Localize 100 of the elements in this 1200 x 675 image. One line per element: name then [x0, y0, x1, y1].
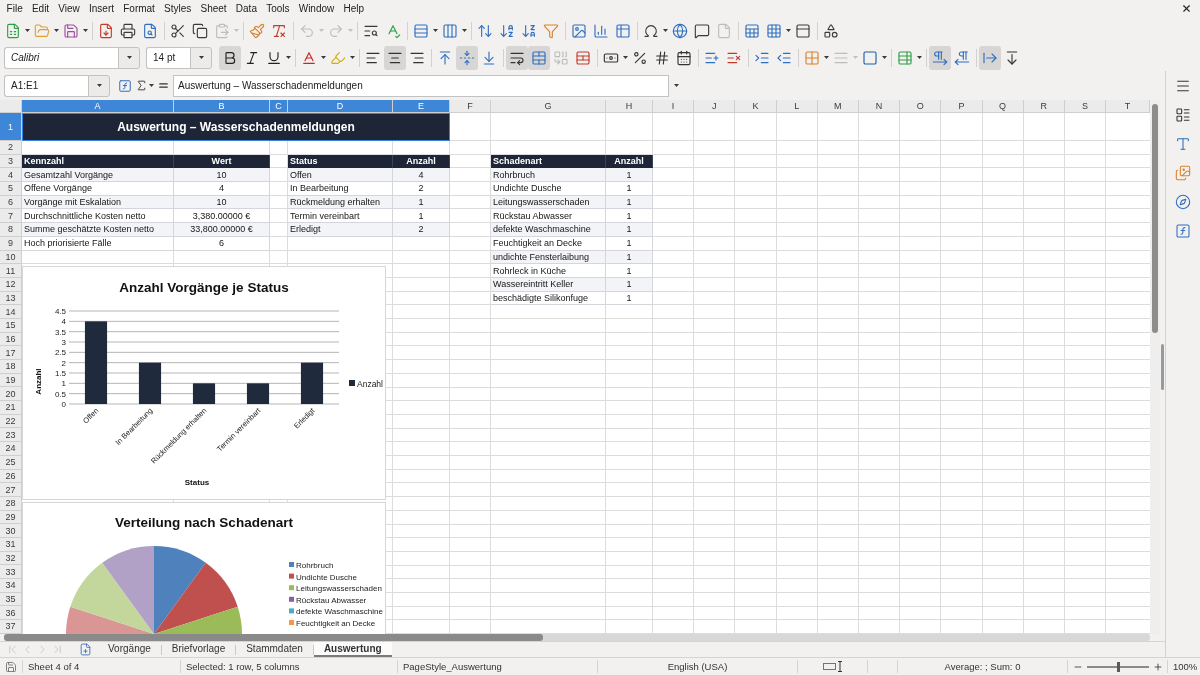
- caret-icon[interactable]: [96, 84, 102, 87]
- compass-icon[interactable]: [1175, 194, 1191, 210]
- scrollbar-thumb[interactable]: [4, 634, 543, 641]
- zoom-slider-thumb[interactable]: [1116, 661, 1120, 672]
- row-header[interactable]: 24: [0, 442, 22, 456]
- column-header[interactable]: P: [941, 100, 983, 113]
- column-header[interactable]: J: [694, 100, 736, 113]
- menu-item[interactable]: File: [2, 3, 28, 14]
- menu-item[interactable]: Data: [231, 3, 262, 14]
- row-header[interactable]: 33: [0, 565, 22, 579]
- column-header[interactable]: H: [606, 100, 653, 113]
- menu-item[interactable]: Sheet: [195, 3, 232, 14]
- column-header[interactable]: C: [270, 100, 288, 113]
- menu-icon[interactable]: [1175, 78, 1191, 94]
- menu-item[interactable]: Tools: [261, 3, 295, 14]
- caret-icon[interactable]: [433, 29, 438, 32]
- text-style-icon[interactable]: [1175, 136, 1191, 152]
- column-header[interactable]: T: [1106, 100, 1150, 113]
- caret-icon[interactable]: [321, 56, 326, 59]
- sidebar-collapse-handle[interactable]: [1161, 344, 1164, 390]
- add-sheet-icon[interactable]: [78, 643, 92, 656]
- column-header[interactable]: G: [491, 100, 606, 113]
- caret-icon[interactable]: [25, 29, 30, 32]
- scrollbar-thumb[interactable]: [1152, 104, 1158, 333]
- caret-icon[interactable]: [462, 29, 467, 32]
- row-header[interactable]: 21: [0, 401, 22, 415]
- menu-item[interactable]: Window: [294, 3, 339, 14]
- caret-icon[interactable]: [198, 56, 204, 59]
- menu-item[interactable]: Styles: [159, 3, 196, 14]
- formula-input-field[interactable]: Auswertung – Wasserschadenmeldungen: [173, 74, 669, 97]
- font-size-field[interactable]: 14 pt: [146, 46, 190, 69]
- images-icon[interactable]: [1175, 165, 1191, 181]
- menu-item[interactable]: Insert: [84, 3, 119, 14]
- column-header[interactable]: N: [858, 100, 901, 113]
- row-header[interactable]: 34: [0, 579, 22, 593]
- caret-icon[interactable]: [673, 84, 679, 87]
- row-header[interactable]: 8: [0, 223, 22, 237]
- column-header[interactable]: Q: [982, 100, 1024, 113]
- column-header[interactable]: L: [776, 100, 818, 113]
- column-header[interactable]: I: [653, 100, 695, 113]
- sheet-tab[interactable]: Vorgänge: [98, 642, 161, 657]
- row-header[interactable]: 4: [0, 168, 22, 183]
- caret-icon[interactable]: [286, 56, 291, 59]
- caret-icon[interactable]: [917, 56, 922, 59]
- column-header[interactable]: O: [900, 100, 942, 113]
- close-icon[interactable]: [1181, 3, 1192, 14]
- horizontal-scrollbar[interactable]: [4, 634, 1150, 641]
- menu-item[interactable]: Format: [118, 3, 160, 14]
- menu-item[interactable]: View: [53, 3, 85, 14]
- row-header[interactable]: 20: [0, 387, 22, 402]
- chart-bar: [246, 383, 270, 404]
- column-header[interactable]: E: [393, 100, 450, 113]
- menu-item[interactable]: Help: [338, 3, 369, 14]
- caret-icon[interactable]: [54, 29, 59, 32]
- page-style-label[interactable]: PageStyle_Auswertung: [403, 661, 502, 672]
- row-header[interactable]: 14: [0, 305, 22, 319]
- column-header[interactable]: M: [817, 100, 859, 113]
- selection-mode-icon[interactable]: [822, 661, 843, 672]
- caret-icon[interactable]: [149, 84, 154, 87]
- column-header[interactable]: R: [1023, 100, 1065, 113]
- row-header[interactable]: 37: [0, 620, 22, 634]
- language-label[interactable]: English (USA): [667, 661, 728, 672]
- row-header[interactable]: 27: [0, 483, 22, 497]
- caret-icon[interactable]: [126, 56, 132, 59]
- caret-icon[interactable]: [83, 29, 88, 32]
- caret-icon[interactable]: [882, 56, 887, 59]
- sigma-icon[interactable]: [135, 79, 148, 92]
- column-header[interactable]: K: [735, 100, 777, 113]
- name-box-field[interactable]: A1:E1: [4, 74, 88, 97]
- caret-icon[interactable]: [824, 56, 829, 59]
- row-header[interactable]: 5: [0, 182, 22, 196]
- function-icon[interactable]: [1175, 223, 1191, 239]
- function-icon[interactable]: [118, 78, 132, 93]
- caret-icon[interactable]: [786, 29, 791, 32]
- zoom-percent-label[interactable]: 100%: [1173, 661, 1198, 672]
- caret-icon[interactable]: [623, 56, 628, 59]
- zoom-in-icon[interactable]: [1152, 661, 1163, 672]
- row-header[interactable]: 2: [0, 141, 22, 155]
- menu-item[interactable]: Edit: [27, 3, 54, 14]
- layout-list-icon[interactable]: [1175, 107, 1191, 123]
- column-header[interactable]: D: [288, 100, 393, 113]
- row-header[interactable]: 11: [0, 264, 22, 278]
- row-header[interactable]: 30: [0, 524, 22, 538]
- row-header[interactable]: 36: [0, 606, 22, 621]
- sheet-tab[interactable]: Auswertung: [313, 642, 392, 657]
- column-header[interactable]: F: [450, 100, 491, 113]
- font-name-field[interactable]: Calibri: [4, 46, 118, 69]
- row-header[interactable]: 17: [0, 346, 22, 360]
- sheet-tab[interactable]: Stammdaten: [236, 642, 313, 657]
- sheet-tab[interactable]: Briefvorlage: [161, 642, 236, 657]
- row-header[interactable]: 7: [0, 209, 22, 224]
- vertical-scrollbar[interactable]: [1150, 100, 1160, 634]
- caret-icon[interactable]: [663, 29, 668, 32]
- column-header[interactable]: A: [22, 100, 174, 113]
- column-header[interactable]: S: [1064, 100, 1107, 113]
- column-header[interactable]: B: [174, 100, 270, 113]
- caret-icon[interactable]: [350, 56, 355, 59]
- row-header[interactable]: 18: [0, 360, 22, 374]
- row-header[interactable]: 23: [0, 428, 22, 443]
- row-header[interactable]: 1: [0, 113, 22, 141]
